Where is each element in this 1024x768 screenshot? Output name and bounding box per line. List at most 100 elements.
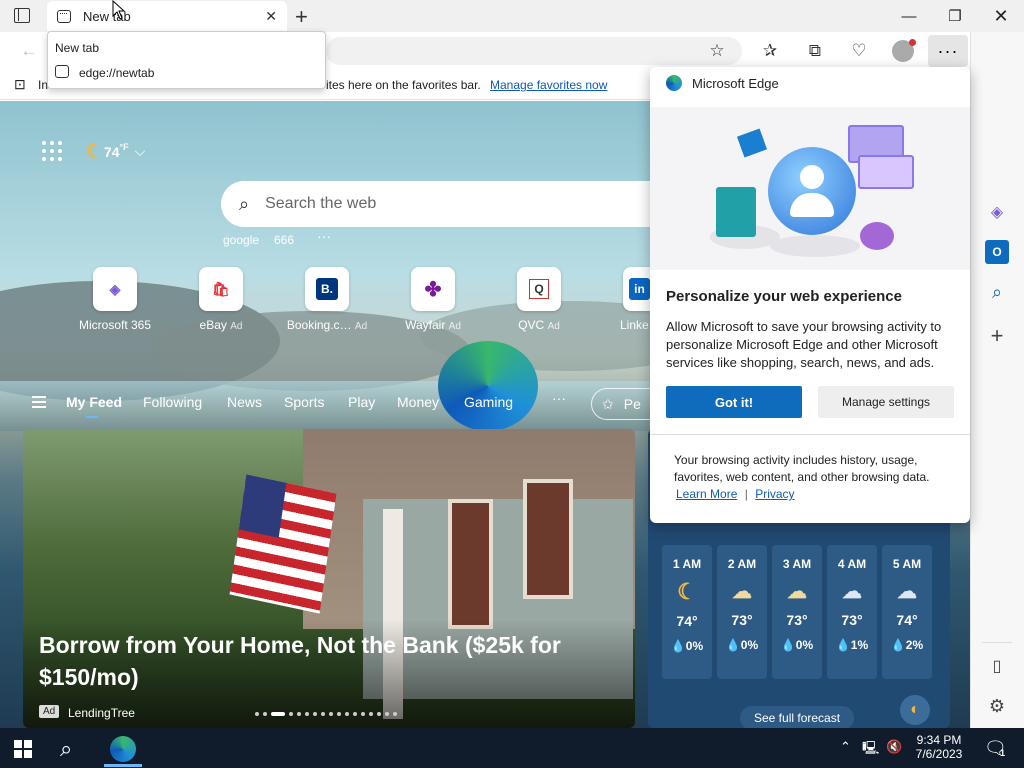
outlook-icon[interactable]: O [985, 240, 1009, 264]
clock[interactable]: 9:34 PM 7/6/2023 [912, 733, 966, 761]
volume-muted-icon[interactable]: 🔇 [886, 739, 902, 755]
sparkle-icon: ✩ [602, 395, 614, 412]
nav-sports[interactable]: Sports [284, 394, 324, 410]
site-tile-wayfair[interactable]: ✤ [411, 267, 455, 311]
nav-money[interactable]: Money [397, 394, 439, 410]
hourly-forecast-item: 2 AM ☁ 73° 💧0% [717, 545, 767, 679]
import-favorites-icon[interactable]: ⊡ [14, 76, 26, 93]
popup-heading: Personalize your web experience [666, 288, 902, 305]
new-tab-button[interactable]: + [295, 4, 308, 30]
clock-time: 9:34 PM [916, 733, 962, 747]
chevron-up-icon[interactable]: ⌃ [840, 739, 851, 755]
site-tile-linkedin[interactable]: in [623, 267, 650, 311]
chevron-down-icon: ⌵ [134, 143, 146, 159]
quick-links-more-icon[interactable]: ··· [317, 228, 331, 244]
site-label: Microsoft 365 [78, 318, 152, 332]
tab-actions-icon[interactable] [14, 8, 30, 23]
nav-news[interactable]: News [227, 394, 262, 410]
notification-count: 1 [1000, 748, 1006, 758]
search-placeholder: Search the web [265, 195, 377, 212]
apps-launcher-icon[interactable] [42, 141, 62, 161]
hourly-forecast-item: 4 AM ☁ 73° 💧1% [827, 545, 877, 679]
edge-taskbar-icon[interactable] [110, 736, 136, 762]
site-label: Booking.c… Ad [286, 318, 368, 332]
hide-sidebar-icon[interactable]: ▯ [985, 654, 1009, 678]
clock-date: 7/6/2023 [915, 747, 963, 761]
add-icon[interactable]: + [985, 323, 1009, 348]
weather-temp: 74 [103, 143, 120, 160]
popup-links: Learn More | Privacy [676, 487, 795, 501]
search-icon[interactable]: ⌕ [985, 280, 1009, 304]
site-tile-ebay[interactable]: 🛍 [199, 267, 243, 311]
weather-animation-icon[interactable]: ◐ [900, 695, 930, 725]
windows-start-icon[interactable] [14, 740, 32, 758]
collections-icon[interactable]: ⧉ [800, 37, 830, 65]
quick-link-google[interactable]: google [223, 233, 259, 247]
tab-new-tab[interactable]: New tab ✕ [47, 1, 287, 31]
edge-logo-icon [666, 75, 682, 91]
nav-following[interactable]: Following [143, 394, 202, 410]
tooltip-url: edge://newtab [79, 66, 155, 80]
nav-more-icon[interactable]: ··· [552, 390, 566, 406]
site-label: Wayfair Ad [405, 318, 461, 332]
manage-favorites-link[interactable]: Manage favorites now [490, 78, 607, 92]
site-tile-booking[interactable]: B. [305, 267, 349, 311]
learn-more-link[interactable]: Learn More [676, 487, 737, 501]
nav-my-feed[interactable]: My Feed [66, 394, 122, 410]
tooltip-title: New tab [55, 41, 100, 55]
qvc-icon: Q [529, 279, 549, 299]
wayfair-icon: ✤ [424, 278, 442, 301]
gear-icon[interactable]: ⚙ [985, 694, 1009, 718]
weather-unit: °F [119, 142, 129, 152]
search-icon[interactable]: ⌕ [60, 736, 72, 762]
hourly-forecast-item: 1 AM ☾ 74° 💧0% [662, 545, 712, 679]
popup-illustration [650, 107, 970, 270]
settings-and-more-icon[interactable]: ··· [928, 35, 968, 67]
favorite-star-icon[interactable]: ☆ [702, 37, 732, 65]
back-icon[interactable]: ← [14, 37, 44, 65]
shopping-bag-icon [716, 187, 756, 237]
quick-link-666[interactable]: 666 [274, 233, 294, 247]
site-tile-qvc[interactable]: Q [517, 267, 561, 311]
privacy-link[interactable]: Privacy [755, 487, 794, 501]
edge-sidebar [970, 32, 1024, 728]
see-full-forecast-button[interactable]: See full forecast [740, 706, 855, 730]
nav-gaming[interactable]: Gaming [464, 394, 513, 410]
address-bar[interactable] [326, 37, 742, 65]
weather-widget[interactable]: ☾ 74 °F ⌵ [86, 139, 145, 164]
site-label: eBay Ad [199, 318, 243, 332]
network-icon[interactable]: 🖳 [862, 739, 879, 761]
microsoft365-icon[interactable]: ◈ [985, 200, 1009, 224]
browser-essentials-icon[interactable]: ♡ [844, 37, 874, 65]
link-separator: | [744, 487, 748, 501]
personalize-button[interactable]: ✩ Pe [591, 388, 650, 420]
carousel-dots[interactable] [255, 712, 397, 716]
story-title[interactable]: Borrow from Your Home, Not the Bank ($25… [39, 629, 599, 693]
close-tab-icon[interactable]: ✕ [265, 8, 277, 25]
restore-button[interactable]: ❐ [932, 0, 978, 32]
favorites-icon[interactable]: ✰ [755, 37, 785, 65]
feature-story-card[interactable]: Borrow from Your Home, Not the Bank ($25… [23, 429, 635, 728]
got-it-button[interactable]: Got it! [666, 386, 802, 418]
nav-play[interactable]: Play [348, 394, 375, 410]
search-icon: ⌕ [239, 193, 250, 214]
close-window-button[interactable]: ✕ [978, 0, 1024, 32]
cloud-icon: ☁ [897, 581, 917, 603]
story-source: LendingTree [68, 706, 135, 720]
web-search-box[interactable]: ⌕ Search the web [221, 181, 651, 227]
feed-menu-icon[interactable] [32, 396, 46, 408]
mouse-cursor-icon [112, 0, 126, 25]
minimize-button[interactable]: — [886, 0, 932, 32]
partly-cloudy-night-icon: ☁ [732, 581, 752, 603]
popup-divider [650, 434, 970, 435]
moon-icon: ☾ [86, 141, 104, 163]
cloud-icon: ☁ [842, 581, 862, 603]
profile-avatar[interactable] [892, 39, 916, 62]
manage-settings-button[interactable]: Manage settings [818, 386, 954, 418]
favorites-bar-message: ites here on the favorites bar. [326, 78, 481, 92]
moon-icon: ☾ [677, 579, 697, 604]
site-label: Linke [620, 318, 649, 332]
site-tile-microsoft365[interactable]: ◈ [93, 267, 137, 311]
linkedin-icon: in [629, 278, 650, 300]
newtab-icon [55, 65, 69, 78]
